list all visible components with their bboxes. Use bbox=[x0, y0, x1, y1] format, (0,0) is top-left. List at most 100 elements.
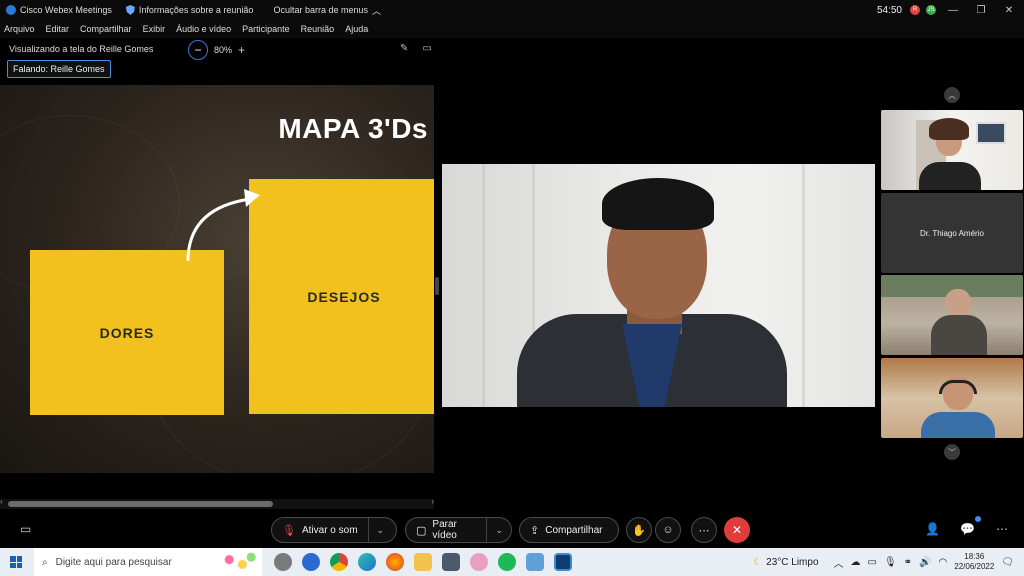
unmute-button[interactable]: 🎙 Ativar o som ⌄ bbox=[271, 517, 397, 543]
zoom-in-button[interactable]: + bbox=[238, 43, 245, 57]
participant-video-2[interactable]: Dr. Thiago Amério bbox=[881, 193, 1023, 273]
participant-face bbox=[945, 289, 971, 317]
firefox-icon[interactable] bbox=[386, 553, 404, 571]
recording-badge[interactable]: R bbox=[910, 5, 920, 15]
microphone-muted-icon: 🎙 bbox=[282, 524, 296, 537]
scroll-left-icon[interactable]: ‹ bbox=[0, 497, 3, 506]
meeting-timer: 54:50 bbox=[876, 4, 902, 16]
more-icon[interactable]: ⋯ bbox=[996, 522, 1008, 536]
shared-screen[interactable]: MAPA 3'Ds DORES DESEJOS bbox=[0, 85, 434, 473]
clock-time: 18:36 bbox=[964, 552, 985, 561]
system-clock[interactable]: 18:36 22/06/2022 bbox=[954, 552, 994, 572]
language-icon[interactable]: ⚭ bbox=[904, 557, 912, 568]
participants-icon[interactable]: 👤 bbox=[925, 522, 940, 536]
calculator-icon[interactable] bbox=[442, 553, 460, 571]
menu-item-editar[interactable]: Editar bbox=[46, 24, 70, 34]
slide-title: MAPA 3'Ds bbox=[278, 113, 428, 144]
webex-logo-icon bbox=[6, 5, 16, 15]
cloud-icon[interactable]: ☁ bbox=[851, 557, 861, 568]
participant-video-4[interactable] bbox=[881, 358, 1023, 438]
webex-app-icon[interactable] bbox=[554, 553, 572, 571]
minimize-icon[interactable]: — bbox=[942, 5, 964, 16]
paint-app-icon[interactable] bbox=[470, 553, 488, 571]
menu-item-compartilhar[interactable]: Compartilhar bbox=[80, 24, 132, 34]
participant-video-3[interactable] bbox=[881, 275, 1023, 355]
settings-app-icon[interactable] bbox=[274, 553, 292, 571]
screen-options-icon[interactable]: ▭ bbox=[422, 43, 431, 54]
menu-bar: Arquivo Editar Compartilhar Exibir Áudio… bbox=[0, 20, 1024, 38]
viewing-screen-label: Visualizando a tela do Reille Gomes bbox=[9, 44, 154, 54]
chrome-icon[interactable] bbox=[330, 553, 348, 571]
reactions-button[interactable]: ☺ bbox=[655, 517, 681, 543]
slide-box-desejos: DESEJOS bbox=[249, 179, 434, 414]
menu-item-participante[interactable]: Participante bbox=[242, 24, 290, 34]
chevron-down-icon[interactable]: ⌄ bbox=[367, 518, 393, 542]
file-explorer-icon[interactable] bbox=[414, 553, 432, 571]
zoom-level: 80% bbox=[214, 45, 233, 55]
weather-widget[interactable]: ☾ 23°C Limpo bbox=[753, 557, 818, 568]
curved-arrow-icon bbox=[186, 189, 260, 262]
more-options-button[interactable]: ⋯ bbox=[691, 517, 717, 543]
raise-hand-button[interactable]: ✋ bbox=[626, 517, 652, 543]
menu-item-audio-video[interactable]: Áudio e vídeo bbox=[176, 24, 231, 34]
participant-body bbox=[921, 412, 995, 438]
moon-icon: ☾ bbox=[753, 556, 763, 568]
close-icon: ✕ bbox=[731, 523, 743, 537]
leave-meeting-button[interactable]: ✕ bbox=[724, 517, 750, 543]
horizontal-scrollbar[interactable]: ‹ › bbox=[0, 497, 434, 509]
app-window-icon[interactable] bbox=[526, 553, 544, 571]
hide-menu-button[interactable]: Ocultar barra de menus ︿ bbox=[273, 4, 381, 17]
speaker-hair bbox=[602, 178, 714, 230]
spotify-icon[interactable] bbox=[498, 553, 516, 571]
close-icon[interactable]: ✕ bbox=[998, 5, 1020, 16]
stop-video-label: Parar vídeo bbox=[432, 519, 457, 541]
stop-video-button[interactable]: ▢ Parar vídeo ⌄ bbox=[405, 517, 512, 543]
headset-icon bbox=[939, 380, 977, 394]
scrollbar-thumb[interactable] bbox=[8, 501, 273, 507]
user-avatar[interactable]: JS bbox=[926, 5, 936, 15]
chevron-down-icon[interactable]: ⌄ bbox=[486, 518, 511, 542]
windows-taskbar: ⌕ Digite aqui para pesquisar ☾ 23°C Limp… bbox=[0, 548, 1024, 576]
menu-item-reuniao[interactable]: Reunião bbox=[301, 24, 335, 34]
share-button[interactable]: ⇪ Compartilhar bbox=[519, 517, 619, 543]
share-screen-icon: ⇪ bbox=[530, 524, 540, 537]
browser-app-icon[interactable] bbox=[302, 553, 320, 571]
annotate-icon[interactable]: ✎ bbox=[400, 43, 408, 54]
slide-box-desejos-label: DESEJOS bbox=[307, 288, 381, 305]
notifications-icon[interactable]: 🗨 bbox=[1001, 557, 1014, 568]
title-bar: Cisco Webex Meetings Informações sobre a… bbox=[0, 0, 1024, 20]
unmute-label: Ativar o som bbox=[301, 524, 358, 536]
search-placeholder: Digite aqui para pesquisar bbox=[55, 556, 172, 568]
search-icon: ⌕ bbox=[42, 556, 48, 568]
clock-date: 22/06/2022 bbox=[954, 562, 995, 571]
taskbar-search-input[interactable]: ⌕ Digite aqui para pesquisar bbox=[34, 548, 262, 576]
participant-name: Dr. Thiago Amério bbox=[920, 228, 984, 238]
meeting-info-button[interactable]: Informações sobre a reunião bbox=[139, 5, 254, 15]
battery-icon[interactable]: ▭ bbox=[868, 557, 877, 568]
restore-icon[interactable]: ❐ bbox=[970, 5, 992, 16]
participant-video-1[interactable] bbox=[881, 110, 1023, 190]
menu-item-ajuda[interactable]: Ajuda bbox=[345, 24, 368, 34]
shield-icon bbox=[125, 5, 135, 15]
menu-item-arquivo[interactable]: Arquivo bbox=[4, 24, 35, 34]
ellipsis-icon: ⋯ bbox=[698, 524, 710, 537]
zoom-out-button[interactable]: − bbox=[188, 40, 208, 60]
participant-body bbox=[919, 162, 981, 190]
active-speaker-video[interactable] bbox=[442, 164, 875, 407]
menu-item-exibir[interactable]: Exibir bbox=[143, 24, 166, 34]
participant-body bbox=[931, 315, 987, 355]
microphone-icon[interactable]: 🎙 bbox=[884, 557, 897, 568]
edge-icon[interactable] bbox=[358, 553, 376, 571]
speaker-icon[interactable]: 🔊 bbox=[919, 557, 931, 568]
scroll-down-icon[interactable]: ﹀ bbox=[944, 444, 960, 460]
chat-icon[interactable]: 💬 bbox=[960, 522, 975, 536]
scroll-right-icon[interactable]: › bbox=[431, 497, 434, 506]
panel-splitter[interactable] bbox=[435, 277, 439, 295]
zoom-control: − 80% + bbox=[188, 40, 245, 60]
scroll-up-icon[interactable]: ︿ bbox=[944, 87, 960, 103]
participant-hair bbox=[929, 118, 969, 140]
windows-start-icon[interactable] bbox=[10, 556, 22, 568]
chevron-up-icon[interactable]: ︿ bbox=[834, 555, 844, 570]
wifi-icon[interactable]: ◠ bbox=[939, 557, 948, 568]
chat-bubble-icon[interactable]: ▭ bbox=[20, 522, 31, 536]
